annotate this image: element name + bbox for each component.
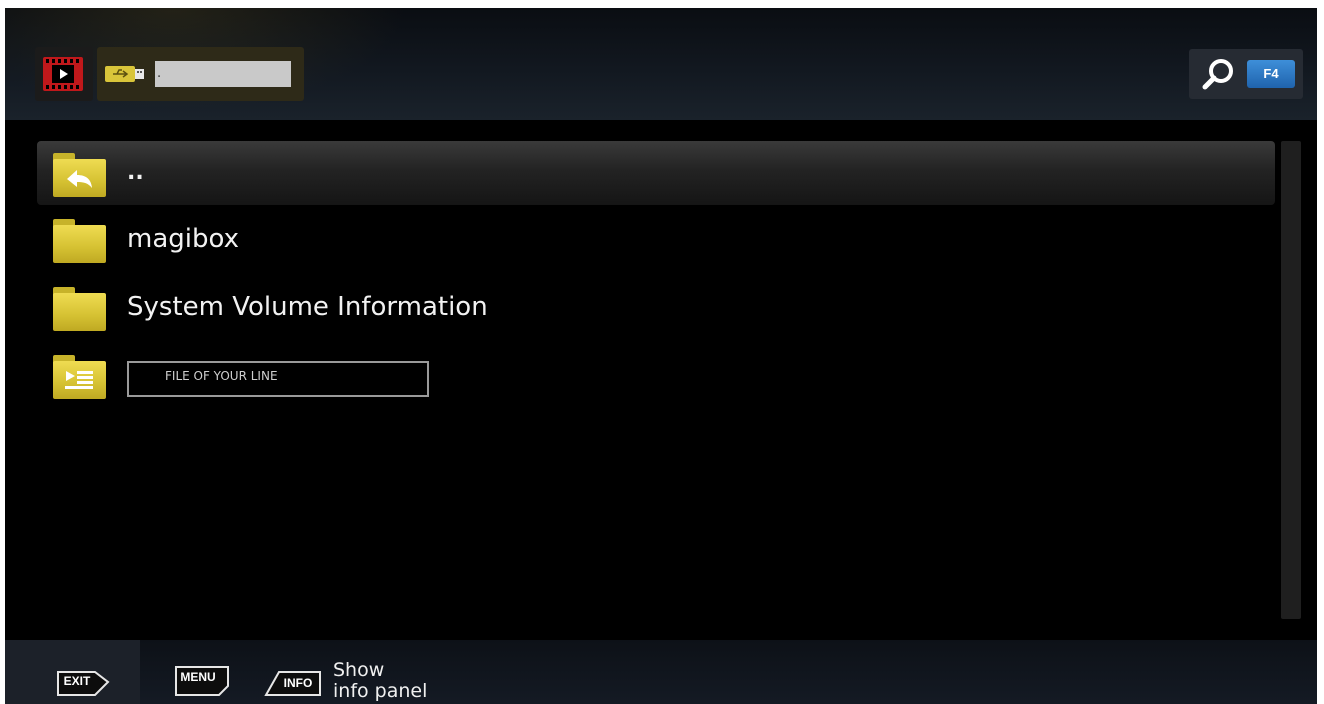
list-item-parent-folder[interactable]: ..	[37, 141, 1275, 205]
folder-icon	[53, 287, 106, 331]
list-item-folder[interactable]: magibox	[37, 207, 1275, 271]
file-browser-screen: . F4 .. magibox System Volume Informatio…	[5, 8, 1317, 704]
file-name: System Volume Information	[127, 292, 488, 322]
f4-key-badge: F4	[1247, 60, 1295, 88]
menu-key-label: MENU	[180, 670, 216, 684]
path-field: .	[155, 61, 291, 87]
info-key-button[interactable]: INFO	[263, 664, 323, 698]
folder-up-icon	[53, 153, 106, 197]
exit-key-button[interactable]: EXIT	[55, 664, 111, 698]
footer-bar: EXIT MENU INFO Show info panel	[5, 640, 1317, 704]
header-bar: . F4	[5, 8, 1317, 120]
current-path-box[interactable]: .	[97, 47, 304, 101]
exit-key-label: EXIT	[63, 674, 91, 688]
file-name-field[interactable]: FILE OF YOUR LINE	[127, 361, 429, 397]
usb-drive-icon	[105, 66, 144, 82]
video-filmstrip-icon	[43, 57, 83, 91]
file-list: .. magibox System Volume Information FIL…	[37, 141, 1275, 441]
media-type-button[interactable]	[35, 47, 93, 101]
info-key-label: INFO	[283, 676, 313, 690]
search-button[interactable]: F4	[1189, 49, 1303, 99]
list-item-folder[interactable]: System Volume Information	[37, 275, 1275, 339]
file-name: ..	[127, 160, 144, 185]
folder-icon	[53, 219, 106, 263]
file-name: magibox	[127, 224, 239, 254]
scrollbar[interactable]	[1281, 141, 1301, 619]
list-item-playlist-file[interactable]: FILE OF YOUR LINE	[37, 347, 1275, 411]
info-key-hint: Show info panel	[333, 659, 428, 702]
magnifier-icon	[1202, 59, 1233, 90]
playlist-file-icon	[53, 355, 106, 399]
menu-key-button[interactable]: MENU	[173, 664, 231, 698]
